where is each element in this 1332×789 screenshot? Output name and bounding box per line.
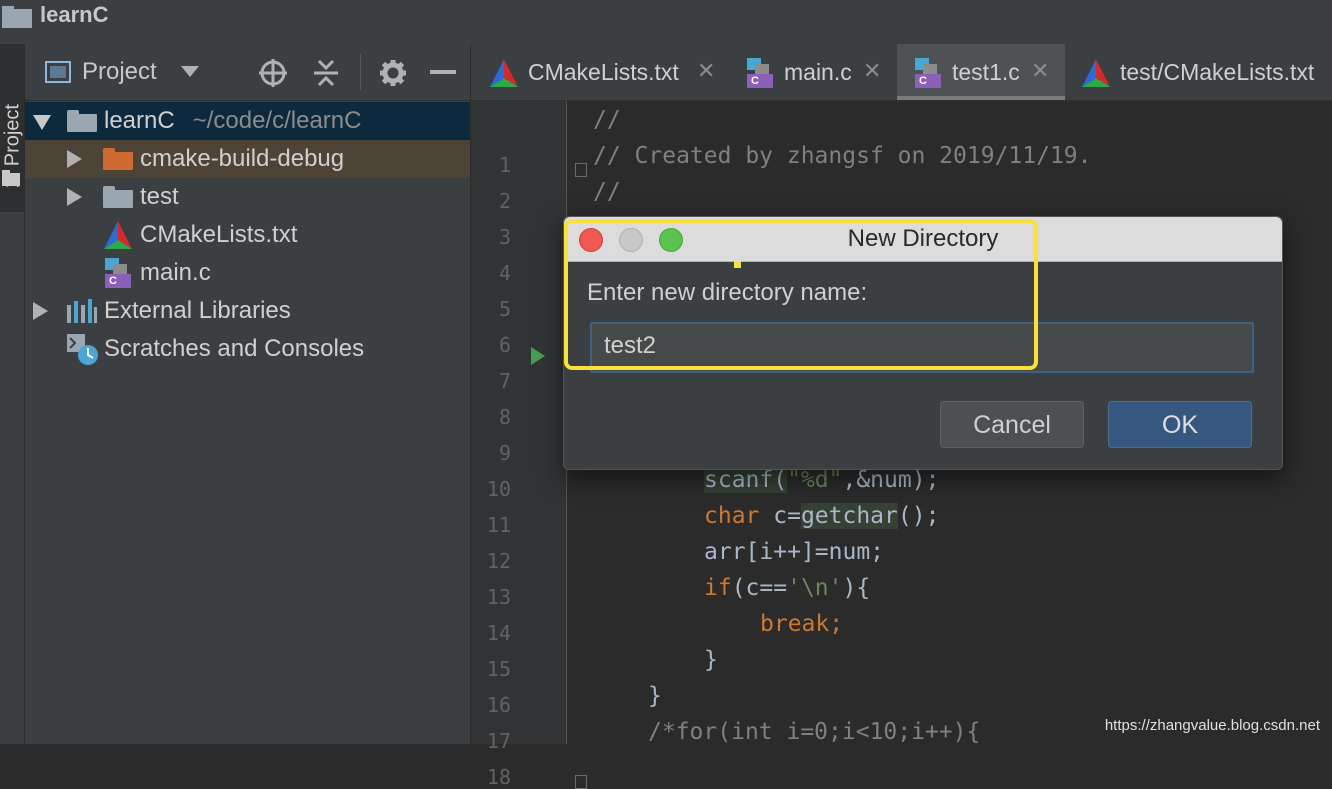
tab-label: test1.c bbox=[952, 59, 1020, 85]
code-line: break; bbox=[760, 611, 844, 637]
line-number: 4 bbox=[498, 261, 511, 285]
line-number: 9 bbox=[498, 441, 511, 465]
line-number: 18 bbox=[486, 765, 511, 789]
folder-icon bbox=[103, 186, 133, 208]
chevron-down-icon[interactable] bbox=[33, 115, 51, 130]
tree-item-main-c[interactable]: C main.c bbox=[25, 254, 470, 292]
folder-icon bbox=[67, 110, 97, 132]
tool-window-strip: 1: Project bbox=[0, 44, 25, 744]
c-file-icon: C bbox=[747, 58, 773, 88]
line-number: 13 bbox=[486, 585, 511, 609]
run-icon[interactable] bbox=[531, 347, 545, 365]
line-number: 15 bbox=[486, 657, 511, 681]
close-icon[interactable]: ✕ bbox=[1031, 58, 1049, 84]
line-number: 10 bbox=[486, 477, 511, 501]
tree-item-external-libraries[interactable]: External Libraries bbox=[25, 292, 470, 330]
chevron-right-icon[interactable] bbox=[33, 302, 48, 320]
cmake-icon bbox=[104, 221, 132, 249]
code-line: // bbox=[593, 179, 621, 205]
tree-item-cmakelists[interactable]: CMakeLists.txt bbox=[25, 216, 470, 254]
project-path: ~/code/c/learnC bbox=[192, 107, 362, 134]
line-number: 17 bbox=[486, 729, 511, 753]
code-line: // Created by zhangsf on 2019/11/19. bbox=[593, 143, 1092, 169]
fold-icon[interactable] bbox=[575, 775, 587, 789]
annotation-highlight-box bbox=[564, 219, 1038, 370]
tree-item-label: test bbox=[140, 183, 179, 210]
code-line: } bbox=[704, 647, 718, 673]
tree-item-scratches[interactable]: Scratches and Consoles bbox=[25, 330, 470, 368]
line-number: 6 bbox=[498, 333, 511, 357]
code-line: char c=getchar(); bbox=[704, 503, 940, 529]
chevron-down-icon[interactable] bbox=[181, 66, 199, 77]
annotation-dot bbox=[734, 261, 741, 268]
line-number: 16 bbox=[486, 693, 511, 717]
project-tool-tab-label: 1: Project bbox=[1, 104, 24, 189]
ok-button[interactable]: OK bbox=[1108, 401, 1252, 448]
project-panel-header: Project bbox=[25, 44, 470, 101]
tree-item-label: Scratches and Consoles bbox=[104, 335, 365, 362]
line-number: 2 bbox=[498, 189, 511, 213]
window-title: learnC bbox=[40, 2, 109, 27]
project-tool-tab[interactable]: 1: Project bbox=[0, 44, 24, 212]
line-number: 11 bbox=[486, 513, 511, 537]
editor-tab-bar: CMakeLists.txt ✕ C main.c ✕ C test1.c ✕ … bbox=[471, 44, 1332, 101]
chevron-right-icon[interactable] bbox=[67, 188, 82, 206]
header-divider bbox=[360, 54, 361, 90]
tab-label: main.c bbox=[784, 59, 852, 85]
cmake-icon bbox=[490, 59, 518, 87]
cmake-icon bbox=[1082, 59, 1110, 87]
tab-label: test/CMakeLists.txt bbox=[1120, 59, 1315, 85]
folder-icon bbox=[2, 6, 32, 28]
code-line: } bbox=[648, 683, 662, 709]
code-line: // bbox=[593, 107, 621, 133]
project-view-icon bbox=[45, 61, 71, 83]
tree-item-label: External Libraries bbox=[104, 297, 291, 324]
collapse-all-icon[interactable] bbox=[312, 58, 340, 88]
tree-item-learnc[interactable]: learnC ~/code/c/learnC bbox=[25, 102, 470, 140]
tab-main-c[interactable]: C main.c ✕ bbox=[727, 44, 897, 100]
watermark: https://zhangvalue.blog.csdn.net bbox=[1104, 717, 1320, 734]
minimize-icon[interactable] bbox=[430, 70, 456, 76]
cancel-button[interactable]: Cancel bbox=[940, 401, 1084, 448]
tab-label: CMakeLists.txt bbox=[528, 59, 679, 85]
code-line: arr[i++]=num; bbox=[704, 539, 885, 565]
title-bar: learnC bbox=[0, 0, 1332, 45]
tab-test1-c[interactable]: C test1.c ✕ bbox=[897, 44, 1065, 100]
tab-cmakelists[interactable]: CMakeLists.txt ✕ bbox=[471, 44, 727, 100]
tree-item-label: learnC bbox=[104, 107, 175, 134]
line-number: 5 bbox=[498, 297, 511, 321]
code-line: /*for(int i=0;i<10;i++){ bbox=[648, 719, 981, 745]
c-file-icon: C bbox=[915, 58, 941, 88]
tree-item-cmake-build-debug[interactable]: cmake-build-debug bbox=[25, 140, 470, 178]
c-file-icon: C bbox=[105, 258, 131, 288]
line-number: 3 bbox=[498, 225, 511, 249]
library-icon bbox=[67, 299, 97, 323]
code-line: if(c=='\n'){ bbox=[704, 575, 871, 601]
code-line: scanf("%d",&num); bbox=[704, 467, 940, 493]
scratches-icon bbox=[67, 334, 98, 365]
tree-item-label: cmake-build-debug bbox=[140, 145, 345, 172]
line-number: 7 bbox=[498, 369, 511, 393]
fold-icon[interactable] bbox=[575, 163, 587, 177]
chevron-right-icon[interactable] bbox=[67, 150, 82, 168]
line-number: 12 bbox=[486, 549, 511, 573]
line-number: 1 bbox=[498, 153, 511, 177]
line-number: 8 bbox=[498, 405, 511, 429]
gear-icon[interactable] bbox=[379, 59, 407, 87]
line-number: 14 bbox=[486, 621, 511, 645]
tree-item-label: main.c bbox=[140, 259, 211, 286]
tab-test-cmakelists[interactable]: test/CMakeLists.txt bbox=[1065, 44, 1332, 100]
close-icon[interactable]: ✕ bbox=[863, 58, 881, 84]
close-icon[interactable]: ✕ bbox=[697, 58, 715, 84]
project-view-selector[interactable]: Project bbox=[82, 58, 157, 86]
locate-icon[interactable] bbox=[258, 58, 288, 88]
project-panel: Project learnC ~/code/c/learnC cmake-bui… bbox=[25, 44, 471, 744]
tree-item-test[interactable]: test bbox=[25, 178, 470, 216]
line-gutter: 1 2 3 4 5 6 7 8 9 10 11 12 13 14 15 16 1… bbox=[471, 101, 587, 789]
folder-icon bbox=[2, 170, 20, 186]
excluded-folder-icon bbox=[103, 148, 133, 170]
tree-item-label: CMakeLists.txt bbox=[140, 221, 298, 248]
